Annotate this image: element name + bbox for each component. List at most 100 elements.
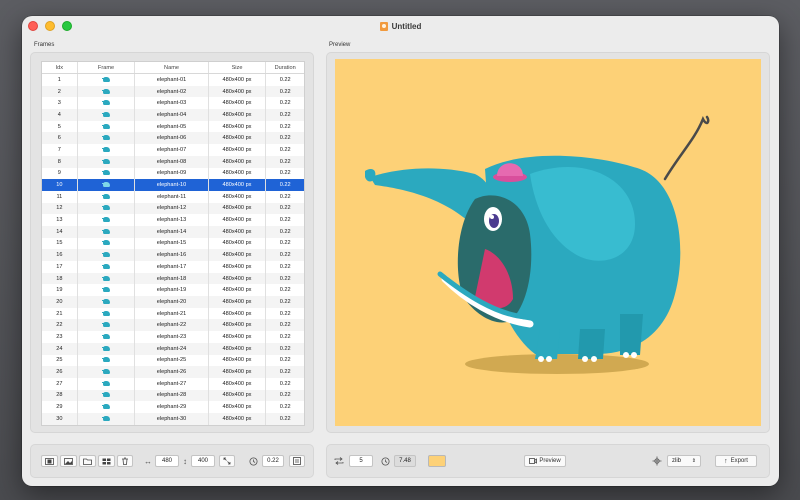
row-name: elephant-25 [135, 354, 209, 367]
frame-thumbnail [78, 342, 136, 355]
row-name: elephant-03 [135, 97, 209, 110]
row-name: elephant-21 [135, 307, 209, 320]
elephant-thumbnail-icon [101, 158, 111, 165]
table-row[interactable]: 1 elephant-01 480x400 px 0.22 [42, 74, 304, 86]
row-idx: 17 [42, 261, 78, 273]
column-header-size[interactable]: Size [209, 62, 267, 73]
column-header-name[interactable]: Name [135, 62, 209, 73]
table-row[interactable]: 18 elephant-18 480x400 px 0.22 [42, 272, 304, 285]
table-row[interactable]: 20 elephant-20 480x400 px 0.22 [42, 296, 304, 308]
preview-button[interactable]: Preview [524, 455, 566, 467]
column-header-duration[interactable]: Duration [266, 62, 304, 73]
row-name: elephant-30 [135, 412, 209, 425]
row-idx: 2 [42, 85, 78, 98]
app-window: Untitled Frames Preview Idx Frame Name S… [22, 16, 779, 486]
elephant-thumbnail-icon [101, 182, 111, 188]
open-folder-button[interactable] [79, 455, 96, 467]
height-field[interactable]: 400 [191, 455, 215, 467]
table-row[interactable]: 21 elephant-21 480x400 px 0.22 [42, 307, 304, 320]
compression-crosshair-icon [651, 455, 663, 467]
table-row[interactable]: 22 elephant-22 480x400 px 0.22 [42, 319, 304, 332]
frames-table[interactable]: Idx Frame Name Size Duration 1 elephant-0… [41, 61, 305, 426]
close-window-button[interactable] [28, 21, 38, 31]
table-row[interactable]: 26 elephant-26 480x400 px 0.22 [42, 366, 304, 378]
timer-icon [247, 455, 259, 467]
row-duration: 0.22 [279, 252, 291, 259]
export-button[interactable]: ↑ Export [715, 455, 757, 467]
row-name: elephant-18 [135, 272, 209, 285]
window-title: Untitled [379, 21, 422, 31]
row-size: 480x400 px [209, 377, 267, 390]
row-duration: 0.22 [279, 275, 291, 282]
table-row[interactable]: 4 elephant-04 480x400 px 0.22 [42, 109, 304, 121]
table-row[interactable]: 8 elephant-08 480x400 px 0.22 [42, 155, 304, 168]
width-field[interactable]: 480 [155, 455, 179, 467]
clock-icon [379, 455, 391, 467]
elephant-thumbnail-icon [101, 88, 111, 95]
compression-select[interactable]: zlib ⇕ [667, 455, 701, 467]
column-header-idx[interactable]: Idx [42, 62, 78, 73]
grid-view-button[interactable] [98, 455, 115, 467]
table-row[interactable]: 9 elephant-09 480x400 px 0.22 [42, 167, 304, 180]
frame-thumbnail [78, 331, 136, 343]
table-row[interactable]: 16 elephant-16 480x400 px 0.22 [42, 249, 304, 261]
frame-thumbnail [78, 120, 136, 133]
row-name: elephant-07 [135, 144, 209, 156]
table-row[interactable]: 28 elephant-28 480x400 px 0.22 [42, 389, 304, 402]
compression-value: zlib [672, 458, 682, 464]
elephant-thumbnail-icon [101, 111, 111, 118]
table-row[interactable]: 3 elephant-03 480x400 px 0.22 [42, 97, 304, 110]
column-header-frame[interactable]: Frame [78, 62, 136, 73]
table-row[interactable]: 7 elephant-07 480x400 px 0.22 [42, 144, 304, 156]
elephant-thumbnail-icon [101, 392, 111, 398]
row-name: elephant-23 [135, 331, 209, 343]
table-row[interactable]: 12 elephant-12 480x400 px 0.22 [42, 202, 304, 215]
swap-size-button[interactable] [219, 455, 235, 467]
table-row[interactable]: 24 elephant-24 480x400 px 0.22 [42, 342, 304, 355]
frame-duration-field[interactable]: 0.22 [262, 455, 284, 467]
frame-thumbnail [78, 109, 136, 121]
row-idx: 18 [42, 272, 78, 285]
table-row[interactable]: 25 elephant-25 480x400 px 0.22 [42, 354, 304, 367]
row-size: 480x400 px [209, 120, 267, 133]
row-size: 480x400 px [209, 74, 267, 86]
table-row[interactable]: 29 elephant-29 480x400 px 0.22 [42, 401, 304, 413]
background-color-well[interactable] [428, 455, 446, 467]
table-row[interactable]: 15 elephant-15 480x400 px 0.22 [42, 237, 304, 250]
apply-duration-button[interactable] [289, 455, 305, 467]
row-size: 480x400 px [209, 144, 267, 156]
table-row[interactable]: 19 elephant-19 480x400 px 0.22 [42, 284, 304, 297]
table-row[interactable]: 27 elephant-27 480x400 px 0.22 [42, 377, 304, 390]
table-row[interactable]: 11 elephant-11 480x400 px 0.22 [42, 190, 304, 203]
table-row[interactable]: 17 elephant-17 480x400 px 0.22 [42, 261, 304, 273]
loop-count-field[interactable]: 5 [349, 455, 373, 467]
table-row[interactable]: 2 elephant-02 480x400 px 0.22 [42, 85, 304, 98]
delete-frames-button[interactable] [117, 455, 133, 467]
row-name: elephant-27 [135, 377, 209, 390]
elephant-thumbnail-icon [101, 298, 111, 305]
frame-thumbnail [78, 319, 136, 332]
frame-thumbnail [78, 144, 136, 156]
window-title-text: Untitled [391, 21, 422, 31]
table-row[interactable]: 30 elephant-30 480x400 px 0.22 [42, 412, 304, 425]
add-image-button[interactable] [60, 455, 77, 467]
table-row[interactable]: 23 elephant-23 480x400 px 0.22 [42, 331, 304, 343]
row-duration: 0.22 [279, 298, 291, 305]
frame-thumbnail [78, 214, 136, 226]
frame-thumbnail [78, 179, 136, 191]
frames-toolbar: ↔ 480 ↕ 400 0.22 [30, 444, 314, 478]
add-frames-button[interactable] [41, 455, 58, 467]
video-camera-icon [529, 458, 538, 464]
minimize-window-button[interactable] [45, 21, 55, 31]
table-row[interactable]: 6 elephant-06 480x400 px 0.22 [42, 132, 304, 145]
zoom-window-button[interactable] [62, 21, 72, 31]
elephant-thumbnail-icon [101, 322, 111, 328]
row-duration: 0.22 [279, 111, 291, 118]
row-duration: 0.22 [279, 310, 291, 317]
table-row[interactable]: 13 elephant-13 480x400 px 0.22 [42, 214, 304, 226]
table-row[interactable]: 14 elephant-14 480x400 px 0.22 [42, 225, 304, 238]
frame-thumbnail [78, 401, 136, 413]
row-size: 480x400 px [209, 132, 267, 145]
table-row[interactable]: 10 elephant-10 480x400 px 0.22 [42, 179, 304, 191]
table-row[interactable]: 5 elephant-05 480x400 px 0.22 [42, 120, 304, 133]
